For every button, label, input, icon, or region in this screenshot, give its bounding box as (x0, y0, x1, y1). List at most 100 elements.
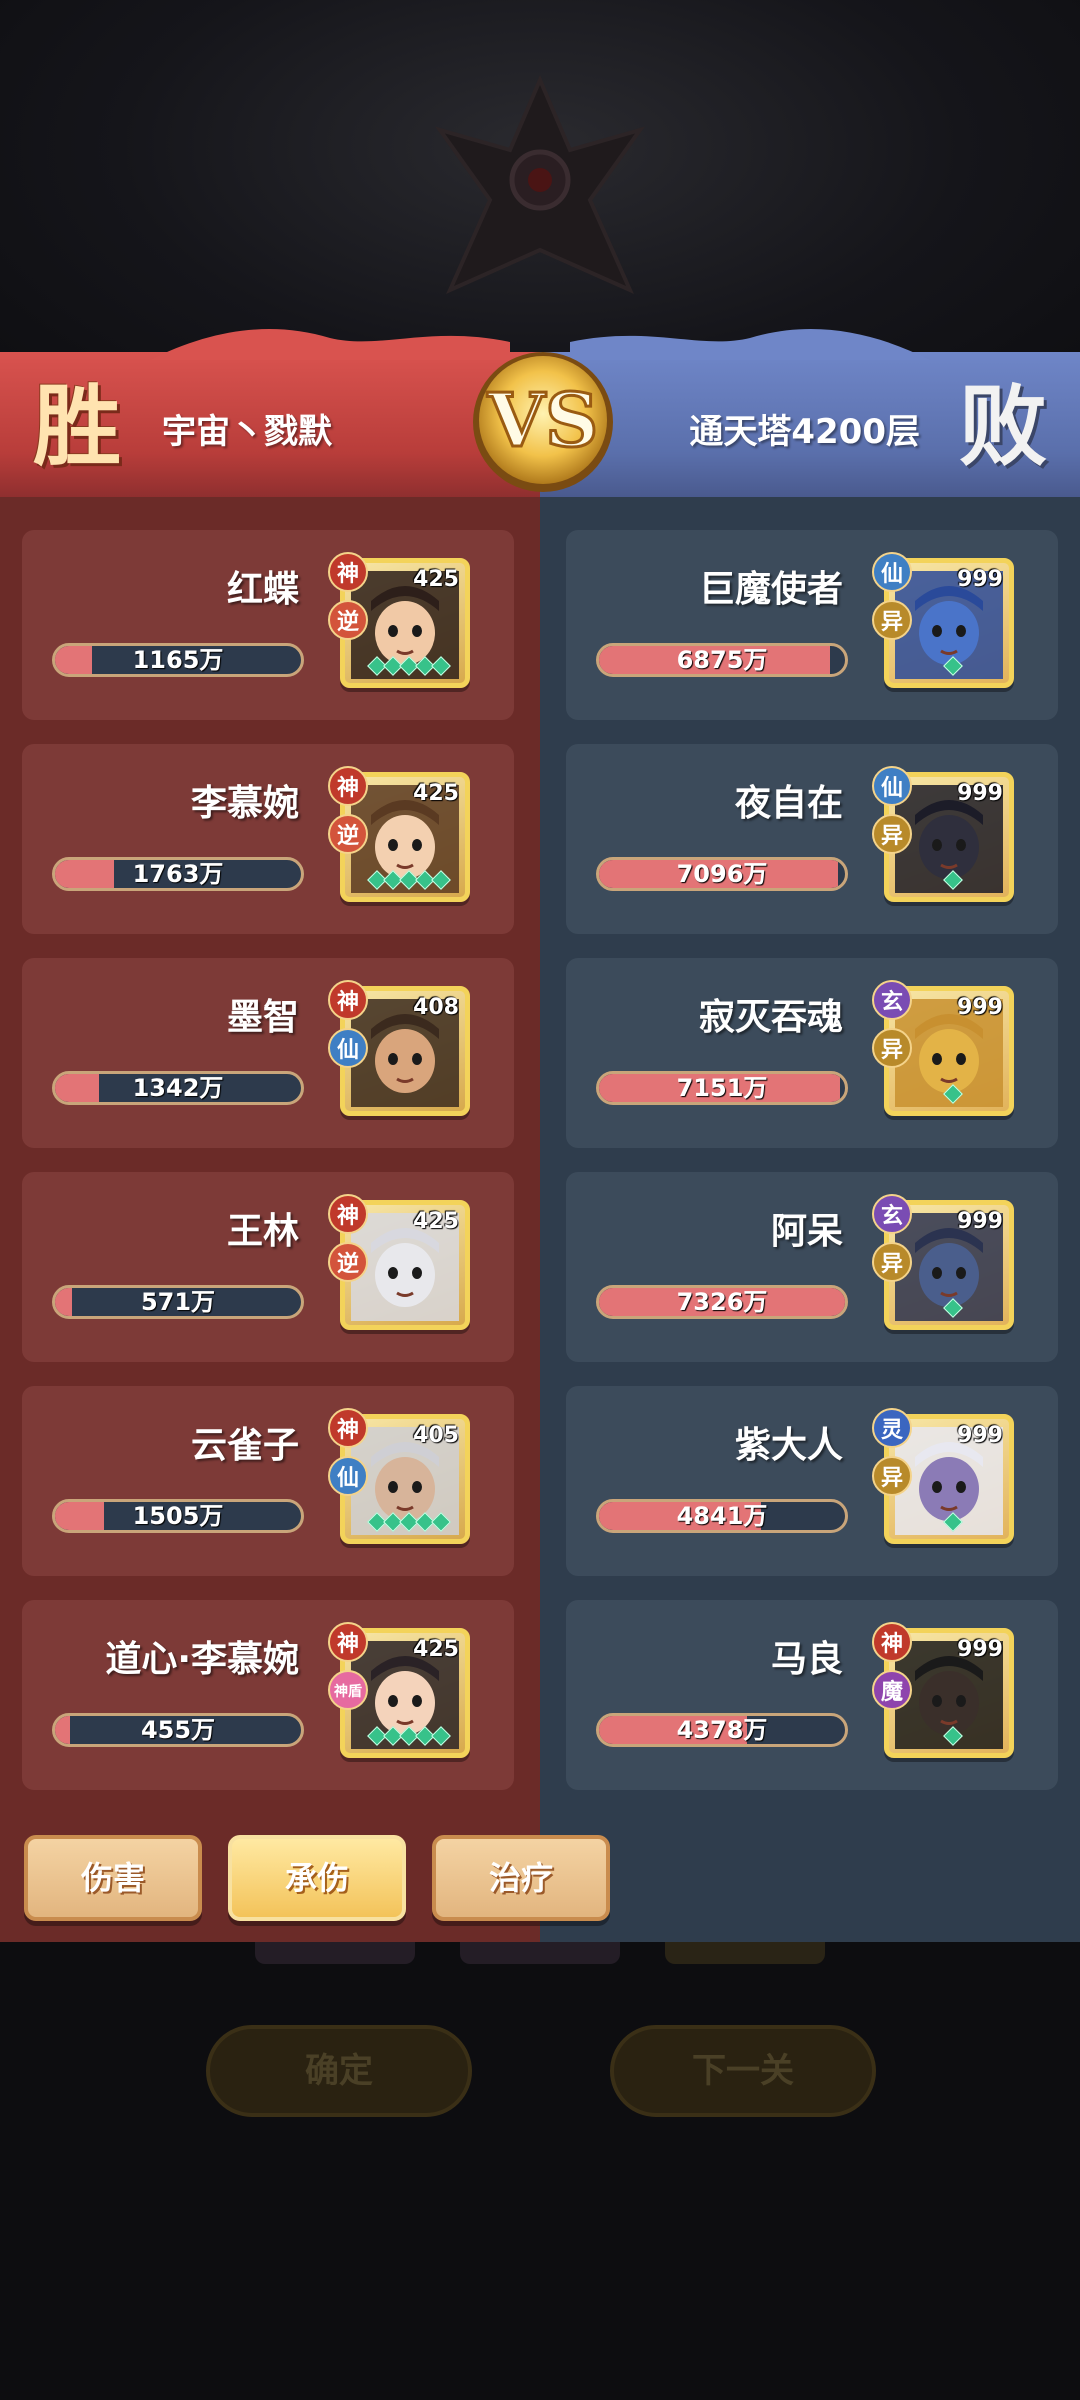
vs-badge-icon: VS (473, 352, 613, 492)
hero-level: 999 (957, 567, 1003, 592)
tab-healing[interactable]: 治疗 (432, 1835, 610, 1921)
loser-hero-card[interactable]: 紫大人 4841万 999 灵异 (566, 1386, 1058, 1576)
hero-level: 408 (413, 995, 459, 1020)
flame-decoration-icon (150, 329, 510, 360)
loser-hero-card[interactable]: 夜自在 7096万 999 仙异 (566, 744, 1058, 934)
star-gem-icon (431, 656, 451, 676)
star-rating (903, 1726, 1003, 1747)
hero-name: 道心·李慕婉 (105, 1639, 299, 1680)
damage-value: 1165万 (132, 646, 224, 674)
damage-value: 4841万 (676, 1502, 768, 1530)
star-rating (903, 870, 1003, 891)
damage-value: 571万 (140, 1288, 216, 1316)
win-label: 胜 (32, 374, 121, 478)
loser-hero-card[interactable]: 阿呆 7326万 999 玄异 (566, 1172, 1058, 1362)
hero-faction-tag: 神 (328, 1622, 368, 1662)
damage-bar: 6875万 (596, 643, 848, 677)
hero-name: 李慕婉 (190, 783, 299, 824)
hero-name: 王林 (226, 1211, 299, 1252)
hero-faction-tag: 灵 (872, 1408, 912, 1448)
star-gem-icon (431, 870, 451, 890)
hero-faction-tag: 神 (328, 1408, 368, 1448)
hero-faction-tag: 异 (872, 600, 912, 640)
star-rating (903, 656, 1003, 677)
damage-bar: 571万 (52, 1285, 304, 1319)
hero-level: 999 (957, 995, 1003, 1020)
hero-faction-tag: 仙 (328, 1028, 368, 1068)
hero-faction-tag: 神 (328, 552, 368, 592)
hero-faction-tag: 神 (328, 766, 368, 806)
hero-level: 999 (957, 781, 1003, 806)
hidden-tab-strip (665, 1942, 825, 1964)
winner-team-name: 宇宙丶戮默 (162, 412, 332, 452)
tab-damage[interactable]: 伤害 (24, 1835, 202, 1921)
star-rating (359, 1512, 459, 1533)
winner-hero-card[interactable]: 墨智 1342万 408 神仙 (22, 958, 514, 1148)
hero-level: 405 (413, 1423, 459, 1448)
star-rating (359, 870, 459, 891)
damage-bar: 7096万 (596, 857, 848, 891)
hero-name: 紫大人 (734, 1425, 843, 1466)
star-gem-icon (943, 1512, 963, 1532)
hero-level: 425 (413, 567, 459, 592)
hero-faction-tag: 神 (328, 1194, 368, 1234)
hero-faction-tag: 仙 (872, 552, 912, 592)
hero-faction-tag: 异 (872, 1456, 912, 1496)
hero-level: 425 (413, 781, 459, 806)
star-rating (359, 656, 459, 677)
damage-value: 1505万 (132, 1502, 224, 1530)
damage-value: 455万 (140, 1716, 216, 1744)
damage-value: 1342万 (132, 1074, 224, 1102)
loser-hero-card[interactable]: 寂灭吞魂 7151万 999 玄异 (566, 958, 1058, 1148)
tower-emblem-icon (435, 74, 645, 294)
damage-bar: 7326万 (596, 1285, 848, 1319)
winner-hero-card[interactable]: 云雀子 1505万 405 神仙 (22, 1386, 514, 1576)
hero-faction-tag: 仙 (328, 1456, 368, 1496)
hero-name: 夜自在 (734, 783, 843, 824)
hero-faction-tag: 异 (872, 814, 912, 854)
star-gem-icon (431, 1726, 451, 1746)
tab-damage-taken[interactable]: 承伤 (228, 1835, 406, 1921)
winner-hero-card[interactable]: 道心·李慕婉 455万 425 神神盾 (22, 1600, 514, 1790)
damage-value: 4378万 (676, 1716, 768, 1744)
star-rating (903, 1084, 1003, 1105)
hero-faction-tag: 神盾 (328, 1670, 368, 1710)
damage-value: 1763万 (132, 860, 224, 888)
damage-bar: 1342万 (52, 1071, 304, 1105)
star-gem-icon (943, 1298, 963, 1318)
confirm-button[interactable]: 确定 (206, 2025, 472, 2117)
damage-value: 7151万 (676, 1074, 768, 1102)
winner-hero-card[interactable]: 红蝶 1165万 425 神逆 (22, 530, 514, 720)
hero-faction-tag: 神 (872, 1622, 912, 1662)
hero-name: 红蝶 (226, 569, 299, 610)
loser-hero-card[interactable]: 巨魔使者 6875万 999 仙异 (566, 530, 1058, 720)
loser-hero-card[interactable]: 马良 4378万 999 神魔 (566, 1600, 1058, 1790)
star-rating (359, 1726, 459, 1747)
star-gem-icon (943, 656, 963, 676)
star-gem-icon (943, 1084, 963, 1104)
winner-hero-card[interactable]: 李慕婉 1763万 425 神逆 (22, 744, 514, 934)
hero-faction-tag: 仙 (872, 766, 912, 806)
lose-label: 败 (958, 374, 1047, 478)
hero-name: 寂灭吞魂 (698, 997, 843, 1038)
hero-level: 999 (957, 1209, 1003, 1234)
hero-faction-tag: 玄 (872, 980, 912, 1020)
hero-faction-tag: 逆 (328, 1242, 368, 1282)
damage-bar: 455万 (52, 1713, 304, 1747)
winner-hero-card[interactable]: 王林 571万 425 神逆 (22, 1172, 514, 1362)
damage-bar: 1505万 (52, 1499, 304, 1533)
star-rating (903, 1298, 1003, 1319)
hero-faction-tag: 神 (328, 980, 368, 1020)
loser-team-name: 通天塔4200层 (689, 412, 920, 452)
star-gem-icon (943, 1726, 963, 1746)
damage-value: 6875万 (676, 646, 768, 674)
damage-bar: 1763万 (52, 857, 304, 891)
damage-bar: 4841万 (596, 1499, 848, 1533)
hero-level: 999 (957, 1637, 1003, 1662)
hidden-tab-strip (460, 1942, 620, 1964)
next-level-button[interactable]: 下一关 (610, 2025, 876, 2117)
hero-faction-tag: 异 (872, 1028, 912, 1068)
hero-name: 云雀子 (190, 1425, 299, 1466)
hero-level: 425 (413, 1209, 459, 1234)
vs-label: VS (487, 378, 599, 464)
